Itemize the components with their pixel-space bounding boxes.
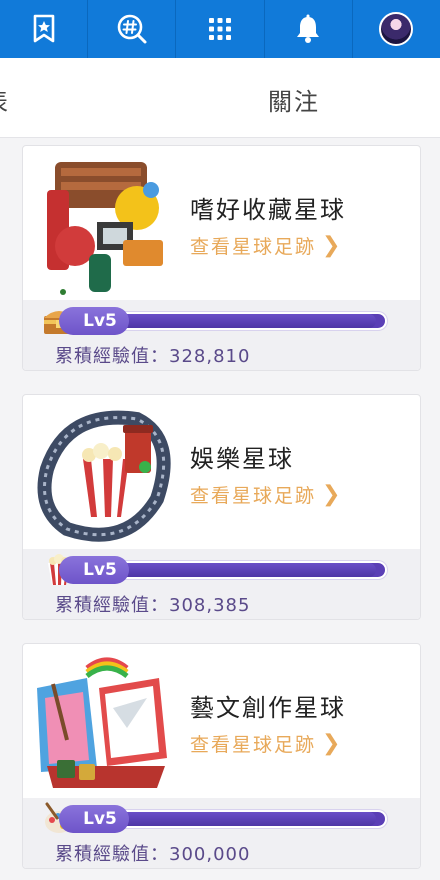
bell-icon <box>297 14 320 43</box>
planet-card[interactable]: 藝文創作星球 查看星球足跡 ❯ Lv5 累積經驗值：300,000 <box>22 643 421 869</box>
planet-title: 嗜好收藏星球 <box>190 196 346 224</box>
avatar <box>379 12 414 46</box>
planet-card[interactable]: 娛樂星球 查看星球足跡 ❯ Lv5 累積經驗值：308,385 <box>22 394 421 620</box>
bookmark-star-icon <box>33 14 54 43</box>
hashtag-search-icon <box>117 14 147 44</box>
link-label: 查看星球足跡 <box>190 236 317 258</box>
tab-bar: 表 關注 <box>0 58 440 138</box>
level-badge: Lv5 <box>59 307 129 335</box>
link-label: 查看星球足跡 <box>190 734 317 756</box>
view-planet-footprint-link[interactable]: 查看星球足跡 ❯ <box>190 481 342 508</box>
tab-partial[interactable]: 表 <box>0 82 10 117</box>
planet-title: 藝文創作星球 <box>190 694 346 722</box>
level-badge: Lv5 <box>59 556 129 584</box>
chevron-right-icon: ❯ <box>322 731 343 756</box>
chevron-right-icon: ❯ <box>322 482 343 507</box>
link-label: 查看星球足跡 <box>190 485 317 507</box>
entertainment-planet-illustration <box>37 410 171 542</box>
view-planet-footprint-link[interactable]: 查看星球足跡 ❯ <box>190 730 342 757</box>
accumulated-exp: 累積經驗值：300,000 <box>55 844 251 865</box>
arts-planet-illustration <box>37 657 167 788</box>
bookmark-button[interactable] <box>0 0 89 58</box>
hashtag-search-button[interactable] <box>88 0 177 58</box>
accumulated-exp: 累積經驗值：328,810 <box>55 346 251 367</box>
notifications-button[interactable] <box>265 0 353 58</box>
chevron-right-icon: ❯ <box>322 233 343 258</box>
collection-planet-illustration <box>47 162 163 295</box>
menu-button[interactable] <box>176 0 265 58</box>
view-planet-footprint-link[interactable]: 查看星球足跡 ❯ <box>190 232 342 259</box>
level-badge: Lv5 <box>59 805 129 833</box>
top-navigation-bar <box>0 0 440 58</box>
grid-menu-icon <box>209 18 231 40</box>
profile-button[interactable] <box>353 0 440 58</box>
planet-card[interactable]: 嗜好收藏星球 查看星球足跡 ❯ Lv5 累積經驗值：328,810 <box>22 145 421 371</box>
accumulated-exp: 累積經驗值：308,385 <box>55 595 251 616</box>
tab-following[interactable]: 關注 <box>268 82 320 117</box>
planet-title: 娛樂星球 <box>190 445 294 473</box>
